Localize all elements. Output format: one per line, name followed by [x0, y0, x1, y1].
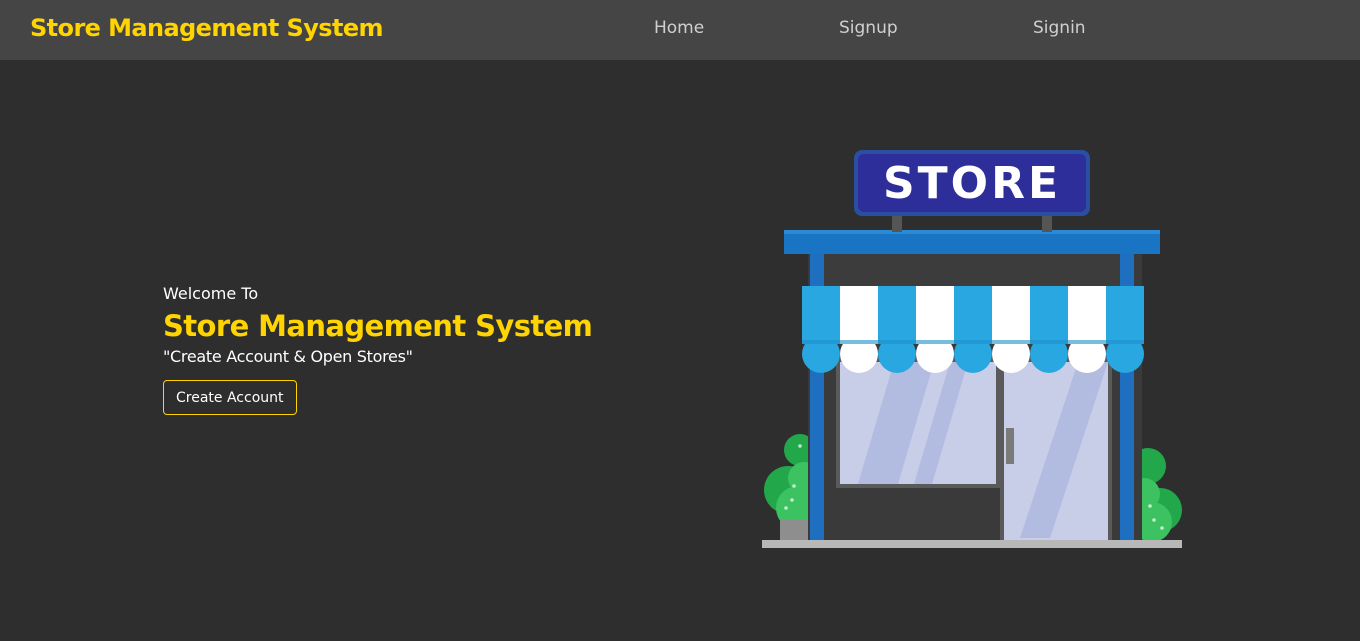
nav-link-home[interactable]: Home [654, 18, 704, 38]
hero-title: Store Management System [163, 309, 593, 343]
welcome-text: Welcome To [163, 284, 259, 303]
hero-tagline: "Create Account & Open Stores" [163, 347, 413, 366]
nav-link-signup[interactable]: Signup [839, 18, 898, 38]
hero-section: Welcome To Store Management System "Crea… [163, 284, 643, 415]
navbar: Store Management System Home Signup Sign… [0, 0, 1360, 60]
store-sign-text: STORE [883, 158, 1061, 209]
create-account-button[interactable]: Create Account [163, 380, 297, 415]
awning [802, 286, 1144, 373]
store-illustration: STORE [758, 148, 1190, 556]
brand-logo-text[interactable]: Store Management System [30, 14, 384, 42]
nav-link-signin[interactable]: Signin [1033, 18, 1086, 38]
